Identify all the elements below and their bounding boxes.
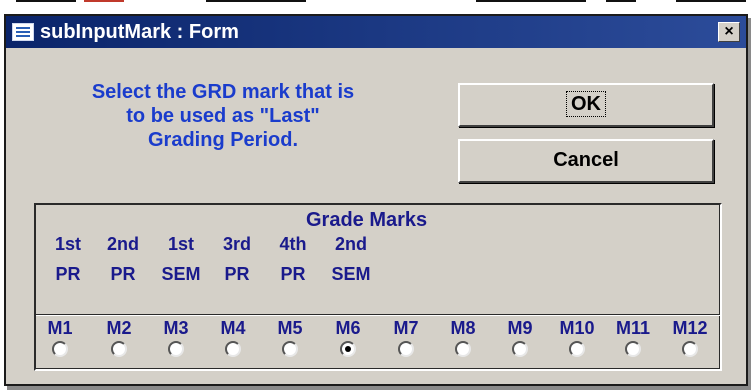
radio-m9[interactable] [512,341,528,357]
cancel-button[interactable]: Cancel [458,139,714,183]
divider [36,314,720,316]
radio-m12[interactable] [682,341,698,357]
period-label-1st-pr: 1st PR [54,234,81,284]
mark-label-m11: M11 [615,318,651,338]
ok-button-label: OK [566,91,606,117]
radio-m10[interactable] [569,341,585,357]
instruction-line: Select the GRD mark that is [91,81,355,103]
mark-label-m10: M10 [559,318,595,338]
instruction-text: Select the GRD mark that is to be used a… [48,80,398,152]
instruction-line: to be used as "Last" [126,105,320,127]
grade-marks-group: Grade Marks 1st PR 2nd PR 1st SEM 3rd PR 4th… [34,203,722,371]
radio-m1[interactable] [52,341,68,357]
mark-label-m3: M3 [163,318,189,338]
radio-m5[interactable] [282,341,298,357]
radio-m4[interactable] [225,341,241,357]
grade-marks-title: Grade Marks [306,209,428,231]
period-label-1st-sem: 1st SEM [161,234,201,284]
radio-m6[interactable] [340,341,356,357]
background-strip [0,0,756,14]
close-icon: × [724,23,734,40]
form-icon [12,23,34,41]
period-label-2nd-pr: 2nd PR [106,234,139,284]
mark-label-m6: M6 [335,318,361,338]
radio-m3[interactable] [168,341,184,357]
mark-label-m2: M2 [106,318,132,338]
mark-label-m5: M5 [277,318,303,338]
radio-m7[interactable] [398,341,414,357]
period-label-2nd-sem: 2nd SEM [331,234,371,284]
form-window: subInputMark : Form × Select the GRD mar… [4,14,748,386]
close-button[interactable]: × [718,22,740,42]
ok-button[interactable]: OK [458,83,714,127]
mark-label-m7: M7 [393,318,419,338]
mark-label-m1: M1 [47,318,73,338]
radio-m2[interactable] [111,341,127,357]
window-title: subInputMark : Form [40,21,239,43]
mark-label-m12: M12 [672,318,708,338]
title-bar[interactable]: subInputMark : Form × [6,16,746,48]
instruction-line: Grading Period. [147,129,299,151]
mark-label-m9: M9 [507,318,533,338]
radio-m11[interactable] [625,341,641,357]
radio-m8[interactable] [455,341,471,357]
period-label-4th-pr: 4th PR [279,234,307,284]
cancel-button-label: Cancel [553,149,619,171]
period-label-3rd-pr: 3rd PR [222,234,251,284]
mark-label-m8: M8 [450,318,476,338]
mark-label-m4: M4 [220,318,246,338]
